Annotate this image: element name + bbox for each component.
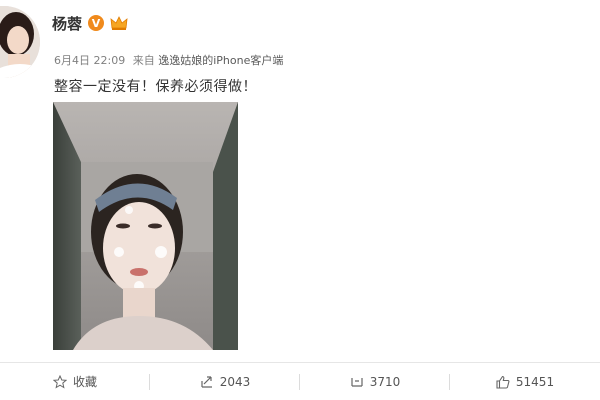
post-header: 杨蓉 V bbox=[52, 12, 128, 34]
post-timestamp[interactable]: 6月4日 22:09 bbox=[54, 54, 125, 67]
username[interactable]: 杨蓉 bbox=[52, 13, 82, 34]
action-bar: 收藏 2043 3710 51451 bbox=[0, 362, 600, 400]
source-client[interactable]: 逸逸姑娘的iPhone客户端 bbox=[158, 54, 283, 67]
like-button[interactable]: 51451 bbox=[450, 363, 600, 400]
star-icon bbox=[52, 374, 67, 389]
like-count: 51451 bbox=[515, 374, 555, 389]
verified-badge-icon[interactable]: V bbox=[88, 15, 105, 31]
vip-crown-icon[interactable] bbox=[110, 15, 128, 31]
repost-count: 2043 bbox=[219, 374, 251, 389]
post-meta: 6月4日 22:09 来自 逸逸姑娘的iPhone客户端 bbox=[54, 52, 283, 68]
favorite-button[interactable]: 收藏 bbox=[0, 363, 150, 400]
avatar[interactable] bbox=[0, 6, 40, 78]
repost-icon bbox=[200, 375, 214, 389]
repost-button[interactable]: 2043 bbox=[150, 363, 300, 400]
comment-button[interactable]: 3710 bbox=[300, 363, 450, 400]
post-photo[interactable] bbox=[53, 102, 238, 350]
source-prefix: 来自 bbox=[132, 54, 155, 67]
comment-count: 3710 bbox=[369, 374, 401, 389]
comment-icon bbox=[350, 375, 364, 389]
favorite-label: 收藏 bbox=[72, 375, 97, 389]
post-text: 整容一定没有！保养必须得做！ bbox=[54, 79, 257, 95]
thumbs-up-icon bbox=[496, 375, 510, 389]
